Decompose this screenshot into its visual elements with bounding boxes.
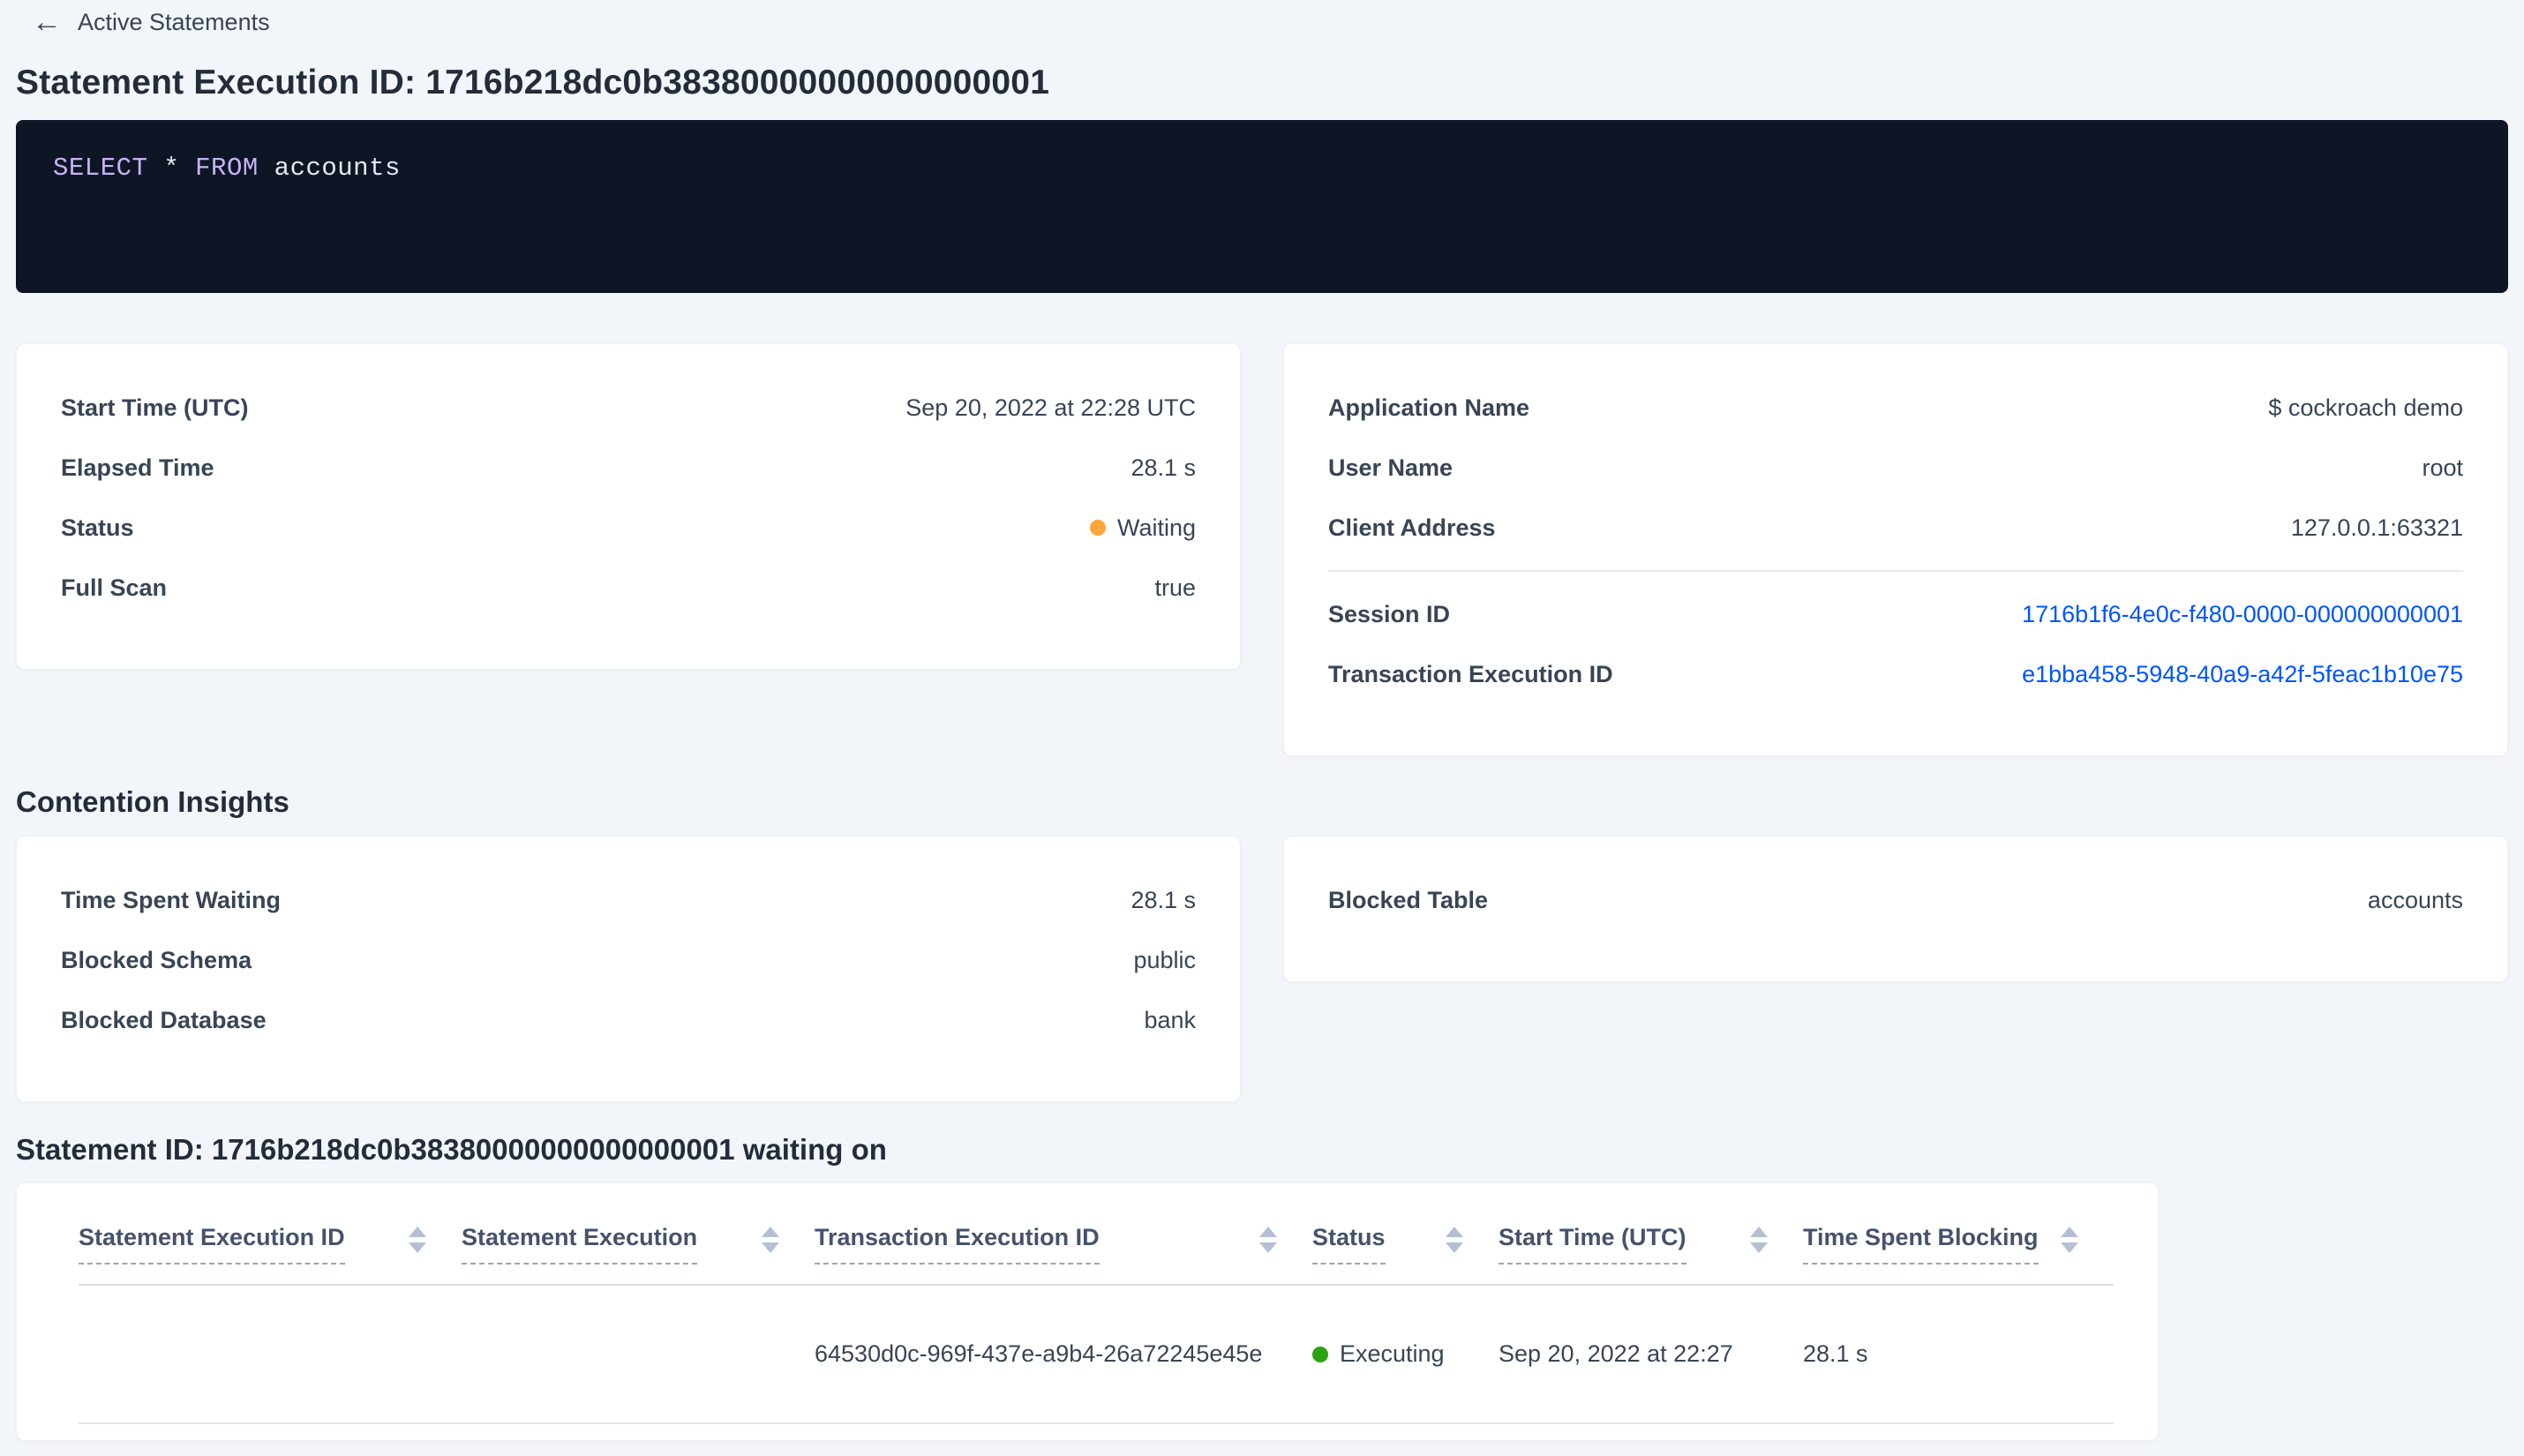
waiting-statements-table: Statement Execution ID Statement Executi… xyxy=(16,1182,2159,1441)
time-spent-waiting-label: Time Spent Waiting xyxy=(61,886,282,913)
start-time-value: Sep 20, 2022 at 22:28 UTC xyxy=(905,394,1196,421)
time-spent-blocking-header-label[interactable]: Time Spent Blocking xyxy=(1803,1224,2039,1265)
transaction-execution-id-header-label[interactable]: Transaction Execution ID xyxy=(815,1224,1100,1265)
elapsed-time-label: Elapsed Time xyxy=(61,454,214,481)
user-name-value: root xyxy=(2422,454,2463,481)
sql-statement-box: SELECT * FROM accounts xyxy=(16,120,2508,293)
blocked-database-label: Blocked Database xyxy=(61,1006,267,1033)
status-header-label[interactable]: Status xyxy=(1312,1224,1386,1265)
start-time-label: Start Time (UTC) xyxy=(61,394,249,421)
sort-down-icon xyxy=(1259,1242,1277,1253)
back-link-active-statements[interactable]: ← Active Statements xyxy=(32,0,270,37)
blocked-table-row: Blocked Table accounts xyxy=(1328,870,2463,930)
transaction-execution-id-row: Transaction Execution ID e1bba458-5948-4… xyxy=(1328,644,2463,704)
sql-keyword-from: FROM xyxy=(195,154,259,183)
blocked-table-label: Blocked Table xyxy=(1328,886,1489,913)
elapsed-time-value: 28.1 s xyxy=(1131,454,1196,481)
column-header-status: Status xyxy=(1312,1224,1499,1284)
status-value: Waiting xyxy=(1089,514,1196,542)
sort-down-icon xyxy=(762,1242,779,1253)
application-name-value: $ cockroach demo xyxy=(2268,394,2463,421)
status-row: Status Waiting xyxy=(61,498,1196,558)
sort-up-icon xyxy=(2061,1227,2078,1237)
blocked-schema-row: Blocked Schema public xyxy=(61,930,1196,990)
sort-down-icon xyxy=(1446,1242,1463,1253)
sql-table-name: accounts xyxy=(258,154,401,183)
column-header-statement-execution: Statement Execution xyxy=(462,1224,815,1284)
client-address-value: 127.0.0.1:63321 xyxy=(2290,514,2463,541)
statement-execution-header-label[interactable]: Statement Execution xyxy=(462,1224,698,1265)
sort-up-icon xyxy=(1750,1227,1768,1237)
sort-icon[interactable] xyxy=(1446,1227,1463,1253)
sort-icon[interactable] xyxy=(1750,1227,1768,1253)
time-spent-waiting-row: Time Spent Waiting 28.1 s xyxy=(61,870,1196,930)
blocked-schema-value: public xyxy=(1133,946,1196,973)
sort-up-icon xyxy=(762,1227,779,1237)
execution-overview-card: Start Time (UTC) Sep 20, 2022 at 22:28 U… xyxy=(16,343,1241,670)
full-scan-row: Full Scan true xyxy=(61,558,1196,618)
time-spent-waiting-value: 28.1 s xyxy=(1131,886,1196,913)
elapsed-time-row: Elapsed Time 28.1 s xyxy=(61,438,1196,498)
application-name-label: Application Name xyxy=(1328,394,1530,421)
user-name-label: User Name xyxy=(1328,454,1454,481)
sort-icon[interactable] xyxy=(762,1227,779,1253)
status-text: Waiting xyxy=(1116,514,1196,541)
sql-star: * xyxy=(147,154,196,183)
full-scan-label: Full Scan xyxy=(61,574,168,601)
sort-icon[interactable] xyxy=(1259,1227,1277,1253)
sort-icon[interactable] xyxy=(409,1227,426,1253)
table-row: 64530d0c-969f-437e-a9b4-26a72245e45e Exe… xyxy=(79,1286,2114,1424)
cell-time-spent-blocking: 28.1 s xyxy=(1803,1340,1868,1367)
contention-insights-heading: Contention Insights xyxy=(16,785,289,818)
table-header-row: Statement Execution ID Statement Executi… xyxy=(79,1183,2114,1286)
status-dot-executing xyxy=(1312,1346,1328,1362)
statement-execution-id-header-label[interactable]: Statement Execution ID xyxy=(79,1224,345,1265)
blocked-database-row: Blocked Database bank xyxy=(61,990,1196,1050)
full-scan-value: true xyxy=(1154,574,1196,601)
back-arrow-icon: ← xyxy=(32,5,62,39)
sort-down-icon xyxy=(2061,1242,2078,1253)
cell-status: Executing xyxy=(1312,1340,1499,1368)
sort-down-icon xyxy=(409,1242,426,1253)
waiting-on-heading: Statement ID: 1716b218dc0b38380000000000… xyxy=(16,1133,887,1166)
sql-keyword-select: SELECT xyxy=(53,154,148,183)
cell-start-time: Sep 20, 2022 at 22:27 xyxy=(1499,1340,1733,1367)
column-header-statement-execution-id: Statement Execution ID xyxy=(79,1224,462,1284)
sort-icon[interactable] xyxy=(2061,1227,2078,1253)
start-time-row: Start Time (UTC) Sep 20, 2022 at 22:28 U… xyxy=(61,378,1196,438)
back-link-label: Active Statements xyxy=(78,8,270,35)
sort-down-icon xyxy=(1750,1242,1768,1253)
column-header-start-time: Start Time (UTC) xyxy=(1499,1224,1803,1284)
cell-transaction-execution-id: 64530d0c-969f-437e-a9b4-26a72245e45e xyxy=(815,1340,1263,1367)
contention-cards-row: Time Spent Waiting 28.1 s Blocked Schema… xyxy=(16,836,2508,1102)
sort-up-icon xyxy=(1446,1227,1463,1237)
row-status-text: Executing xyxy=(1340,1340,1445,1367)
page-title: Statement Execution ID: 1716b218dc0b3838… xyxy=(16,64,1050,101)
blocked-database-value: bank xyxy=(1144,1006,1196,1033)
column-header-time-spent-blocking: Time Spent Blocking xyxy=(1803,1224,2114,1284)
session-id-row: Session ID 1716b1f6-4e0c-f480-0000-00000… xyxy=(1328,584,2463,644)
sort-up-icon xyxy=(1259,1227,1277,1237)
start-time-header-label[interactable]: Start Time (UTC) xyxy=(1499,1224,1686,1265)
session-info-card: Application Name $ cockroach demo User N… xyxy=(1283,343,2508,756)
contention-details-card: Time Spent Waiting 28.1 s Blocked Schema… xyxy=(16,836,1241,1102)
status-dot-waiting xyxy=(1089,520,1106,536)
blocked-table-card: Blocked Table accounts xyxy=(1283,836,2508,982)
blocked-table-value: accounts xyxy=(2367,886,2463,913)
blocked-schema-label: Blocked Schema xyxy=(61,946,252,973)
session-id-link[interactable]: 1716b1f6-4e0c-f480-0000-000000000001 xyxy=(2022,601,2463,628)
user-name-row: User Name root xyxy=(1328,438,2463,498)
application-name-row: Application Name $ cockroach demo xyxy=(1328,378,2463,438)
client-address-label: Client Address xyxy=(1328,514,1496,541)
transaction-execution-id-label: Transaction Execution ID xyxy=(1328,660,1613,687)
client-address-row: Client Address 127.0.0.1:63321 xyxy=(1328,498,2463,558)
session-id-label: Session ID xyxy=(1328,600,1451,627)
statement-execution-page: ← Active Statements Statement Execution … xyxy=(0,0,2524,1456)
transaction-execution-id-link[interactable]: e1bba458-5948-40a9-a42f-5feac1b10e75 xyxy=(2022,661,2463,688)
column-header-transaction-execution-id: Transaction Execution ID xyxy=(815,1224,1312,1284)
status-label: Status xyxy=(61,514,134,541)
sort-up-icon xyxy=(409,1227,426,1237)
overview-cards-row: Start Time (UTC) Sep 20, 2022 at 22:28 U… xyxy=(16,343,2508,756)
session-card-divider xyxy=(1328,570,2463,572)
